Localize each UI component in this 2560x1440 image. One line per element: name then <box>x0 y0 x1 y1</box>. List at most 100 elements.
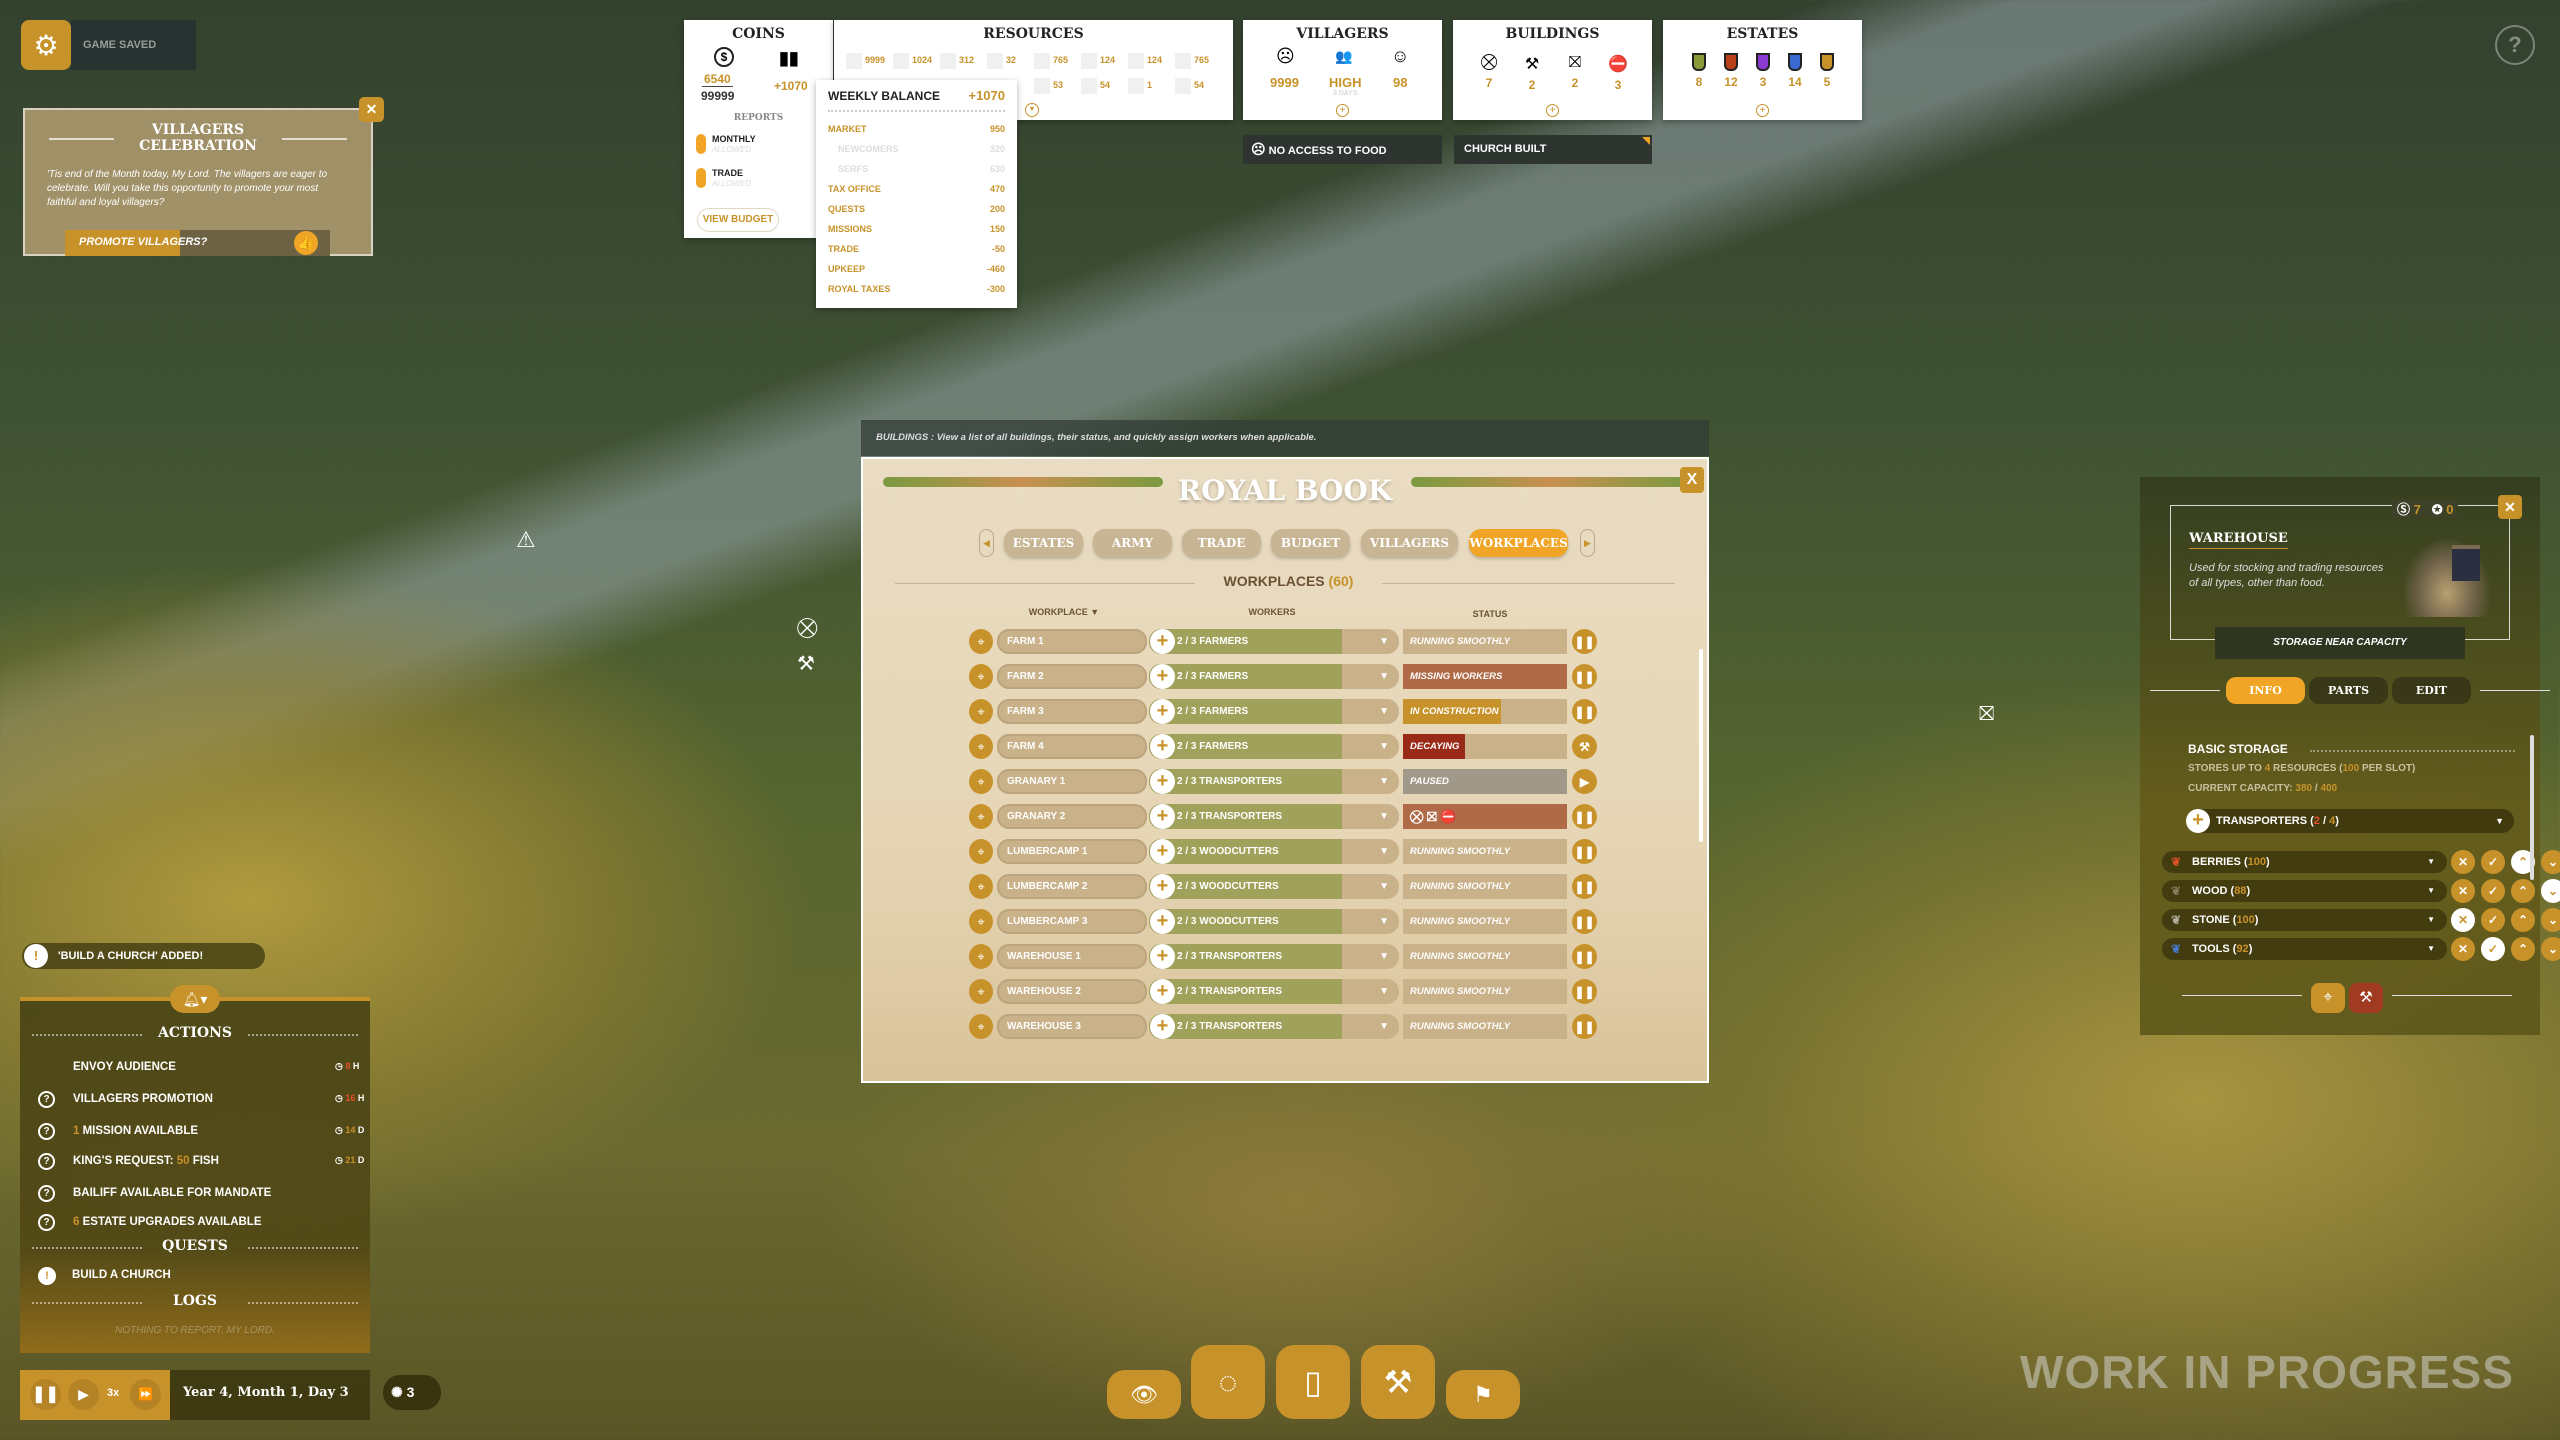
view-budget-button[interactable]: VIEW BUDGET <box>697 208 779 232</box>
toggle-switch[interactable] <box>696 134 706 154</box>
tab-budget[interactable]: BUDGET <box>1271 529 1350 557</box>
pause-button[interactable]: ❚❚ <box>1572 1014 1597 1039</box>
building-alert-2[interactable]: ⛝ 2 <box>1563 54 1587 90</box>
map-pin-icon[interactable]: ⌖ <box>969 909 993 934</box>
add-transporter-button[interactable]: + <box>2186 809 2210 833</box>
building-alert-1[interactable]: ⚒ 2 <box>1520 54 1544 92</box>
notifications-bell-button[interactable]: 🔔︎▾ <box>170 985 220 1013</box>
pause-button[interactable]: ❚❚ <box>1572 664 1597 689</box>
pause-button[interactable]: ❚❚ <box>30 1379 61 1410</box>
map-pin-icon[interactable]: ⌖ <box>969 699 993 724</box>
resource-dropdown[interactable]: ❦ STONE (100) ▼ <box>2162 909 2447 931</box>
workers-dropdown[interactable]: 2 / 3 WOODCUTTERS ▼ <box>1149 839 1399 864</box>
add-worker-button[interactable]: + <box>1150 944 1175 969</box>
tab-estates[interactable]: ESTATES <box>1004 529 1083 557</box>
help-button[interactable]: ? <box>2495 25 2535 65</box>
estate-banner[interactable]: 8 <box>1689 53 1709 89</box>
close-celebration-button[interactable]: ✕ <box>359 97 384 122</box>
map-pin-icon[interactable]: ⌖ <box>969 804 993 829</box>
workers-dropdown[interactable]: 2 / 3 FARMERS ▼ <box>1149 664 1399 689</box>
add-worker-button[interactable]: + <box>1150 629 1175 654</box>
add-worker-button[interactable]: + <box>1150 874 1175 899</box>
settings-button[interactable]: ⚙ <box>21 20 71 70</box>
warehouse-tab-edit[interactable]: EDIT <box>2392 677 2471 704</box>
priority-down-button[interactable]: ⌄ <box>2541 879 2560 903</box>
add-worker-button[interactable]: + <box>1150 664 1175 689</box>
close-warehouse-button[interactable]: ✕ <box>2498 495 2522 519</box>
map-pin-icon[interactable]: ⌖ <box>969 839 993 864</box>
estate-banner[interactable]: 3 <box>1753 53 1773 89</box>
workers-dropdown[interactable]: 2 / 3 WOODCUTTERS ▼ <box>1149 909 1399 934</box>
workplace-name[interactable]: WAREHOUSE 1 <box>997 944 1147 969</box>
action-item[interactable]: ? 1 MISSION AVAILABLE ◷ 14 D <box>20 1123 370 1143</box>
map-pin-icon[interactable]: ⌖ <box>969 979 993 1004</box>
pause-button[interactable]: ❚❚ <box>1572 944 1597 969</box>
action-item[interactable]: ? VILLAGERS PROMOTION ◷ 16 H <box>20 1091 370 1111</box>
workers-dropdown[interactable]: 2 / 3 WOODCUTTERS ▼ <box>1149 874 1399 899</box>
pause-button[interactable]: ❚❚ <box>1572 839 1597 864</box>
sort-workplace-header[interactable]: WORKPLACE ▼ <box>1014 607 1114 617</box>
resource-dropdown[interactable]: ❦ TOOLS (92) ▼ <box>2162 938 2447 960</box>
map-no-tools-icon[interactable]: ⚒ <box>797 651 815 676</box>
warehouse-scrollbar[interactable] <box>2530 735 2534 880</box>
pause-button[interactable]: ❚❚ <box>1572 979 1597 1004</box>
priority-down-button[interactable]: ⌄ <box>2541 908 2560 932</box>
pause-button[interactable]: ❚❚ <box>1572 909 1597 934</box>
workers-dropdown[interactable]: 2 / 3 FARMERS ▼ <box>1149 734 1399 759</box>
action-item[interactable]: ? BAILIFF AVAILABLE FOR MANDATE <box>20 1185 370 1205</box>
reject-button[interactable]: ✕ <box>2451 908 2475 932</box>
priority-up-button[interactable]: ⌃ <box>2511 879 2535 903</box>
pause-button[interactable]: ❚❚ <box>1572 699 1597 724</box>
building-alert-0[interactable]: ⛒ 7 <box>1477 54 1501 90</box>
notification-church-built[interactable]: CHURCH BUILT <box>1454 135 1652 164</box>
priority-up-button[interactable]: ⌃ <box>2511 908 2535 932</box>
warehouse-tab-info[interactable]: INFO <box>2226 677 2305 704</box>
promote-villagers-button[interactable]: PROMOTE VILLAGERS? 👍 <box>65 230 330 256</box>
tab-villagers[interactable]: VILLAGERS <box>1361 529 1458 557</box>
workers-dropdown[interactable]: 2 / 3 TRANSPORTERS ▼ <box>1149 979 1399 1004</box>
play-button[interactable]: ▶ <box>68 1379 99 1410</box>
map-pin-icon[interactable]: ⌖ <box>969 734 993 759</box>
pause-button[interactable]: ❚❚ <box>1572 629 1597 654</box>
workers-dropdown[interactable]: 2 / 3 TRANSPORTERS ▼ <box>1149 769 1399 794</box>
play-button[interactable]: ▶ <box>1572 769 1597 794</box>
resource-dropdown[interactable]: ❦ WOOD (88) ▼ <box>2162 880 2447 902</box>
add-worker-button[interactable]: + <box>1150 804 1175 829</box>
workers-dropdown[interactable]: 2 / 3 TRANSPORTERS ▼ <box>1149 1014 1399 1039</box>
priority-down-button[interactable]: ⌄ <box>2541 850 2560 874</box>
workers-dropdown[interactable]: 2 / 3 FARMERS ▼ <box>1149 629 1399 654</box>
estate-banner[interactable]: 5 <box>1817 53 1837 89</box>
add-worker-button[interactable]: + <box>1150 1014 1175 1039</box>
tab-prev-arrow[interactable]: ◀ <box>979 529 994 557</box>
flag-button[interactable]: ⚑ <box>1446 1370 1520 1419</box>
add-worker-button[interactable]: + <box>1150 769 1175 794</box>
add-worker-button[interactable]: + <box>1150 699 1175 724</box>
workplace-name[interactable]: LUMBERCAMP 2 <box>997 874 1147 899</box>
tab-next-arrow[interactable]: ▶ <box>1580 529 1595 557</box>
transporters-dropdown[interactable]: + TRANSPORTERS (2 / 4) ▼ <box>2186 809 2514 833</box>
map-no-storage-icon[interactable]: ⛝ <box>1979 703 1994 726</box>
resource-dropdown[interactable]: ❦ BERRIES (100) ▼ <box>2162 851 2447 873</box>
action-item[interactable]: ? KING'S REQUEST: 50 FISH ◷ 21 D <box>20 1153 370 1173</box>
demolish-button[interactable]: ⚒ <box>2349 983 2383 1013</box>
priority-down-button[interactable]: ⌄ <box>2541 937 2560 961</box>
workplace-name[interactable]: LUMBERCAMP 1 <box>997 839 1147 864</box>
eye-button[interactable]: 👁 <box>1107 1370 1181 1419</box>
repair-button[interactable]: ⚒ <box>1572 734 1597 759</box>
balance-chart-icon[interactable]: ▮▮ <box>779 48 799 69</box>
add-worker-button[interactable]: + <box>1150 839 1175 864</box>
map-pin-icon[interactable]: ⌖ <box>969 769 993 794</box>
expand-resources-button[interactable]: ▼ <box>1025 103 1039 117</box>
workers-dropdown[interactable]: 2 / 3 FARMERS ▼ <box>1149 699 1399 724</box>
workplace-name[interactable]: WAREHOUSE 3 <box>997 1014 1147 1039</box>
action-item[interactable]: ? 6 ESTATE UPGRADES AVAILABLE <box>20 1214 370 1234</box>
notification-no-food[interactable]: ☹ NO ACCESS TO FOOD <box>1243 135 1442 164</box>
locate-button[interactable]: ⌖ <box>2311 983 2345 1013</box>
hammer-button[interactable]: ⚒ <box>1361 1345 1435 1419</box>
workplace-name[interactable]: FARM 4 <box>997 734 1147 759</box>
reject-button[interactable]: ✕ <box>2451 850 2475 874</box>
toggle-switch[interactable] <box>696 168 706 188</box>
add-worker-button[interactable]: + <box>1150 909 1175 934</box>
tab-workplaces[interactable]: WORKPLACES <box>1469 529 1568 557</box>
workers-dropdown[interactable]: 2 / 3 TRANSPORTERS ▼ <box>1149 944 1399 969</box>
